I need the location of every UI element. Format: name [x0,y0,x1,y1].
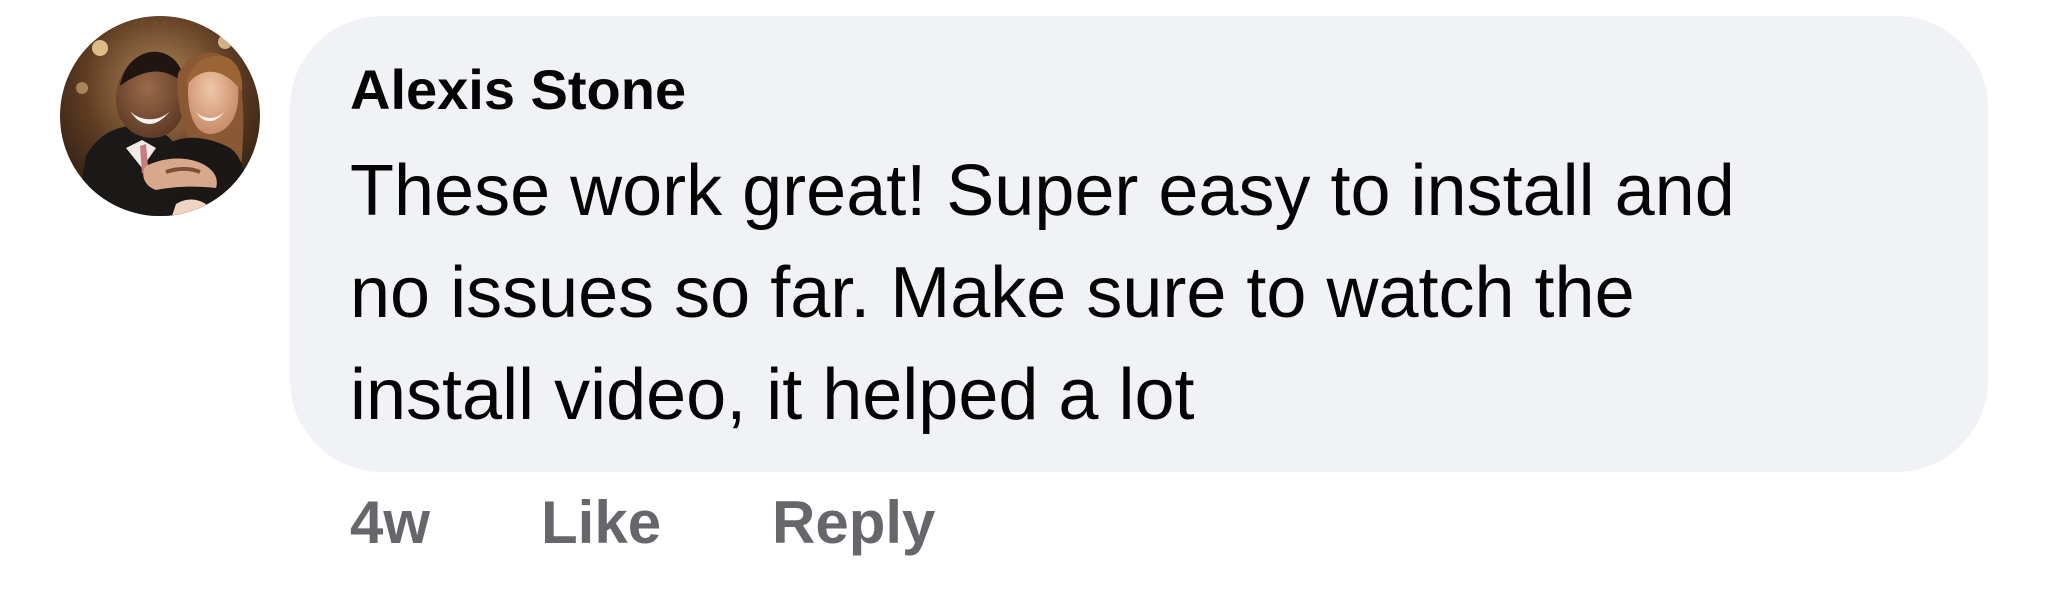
comment-line: install video, it helped a lot [350,355,1195,435]
comment-line: no issues so far. Make sure to watch the [350,253,1635,333]
avatar-photo-icon [60,16,260,216]
like-button[interactable]: Like [541,488,661,558]
avatar[interactable] [60,16,260,216]
comment-bubble: Alexis Stone These work great! Super eas… [290,16,1988,472]
comment-line: These work great! Super easy to install … [350,151,1735,231]
reply-button[interactable]: Reply [772,488,935,558]
comment-text: These work great! Super easy to install … [350,140,1950,446]
comment-timestamp: 4w [350,489,431,556]
author-name[interactable]: Alexis Stone [350,56,686,123]
